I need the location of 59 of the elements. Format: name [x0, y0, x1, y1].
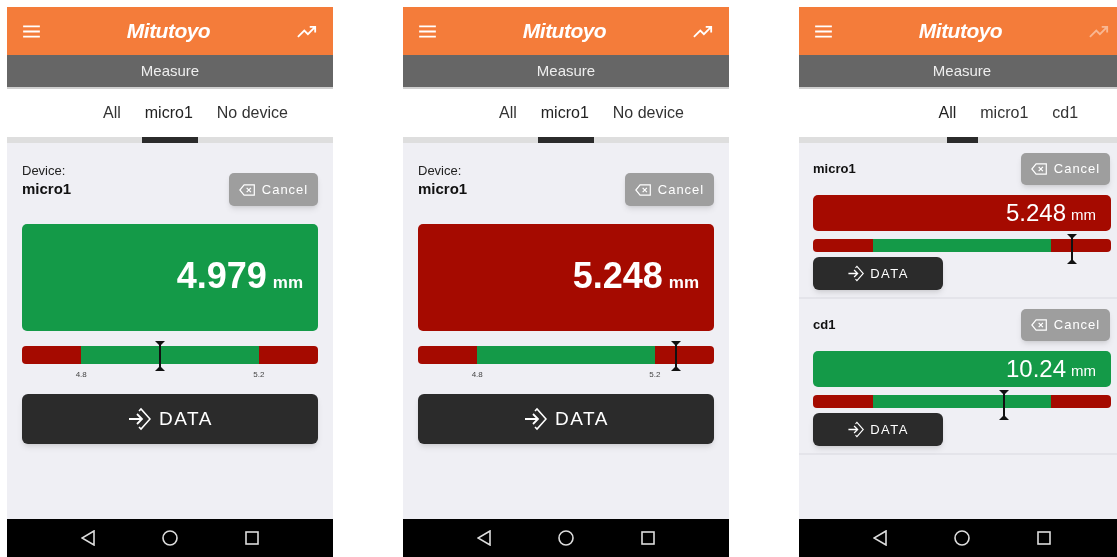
device-name: micro1 — [418, 179, 468, 199]
data-entry-icon — [127, 407, 152, 431]
measurement-value: 5.248 — [1005, 198, 1066, 228]
backspace-icon — [634, 183, 652, 196]
tick-label: 4.8 — [471, 369, 483, 381]
backspace-icon — [238, 183, 256, 196]
tab[interactable]: All — [103, 89, 121, 137]
tab[interactable]: All — [499, 89, 517, 137]
device-label: Device: — [418, 163, 463, 179]
home-icon[interactable] — [954, 530, 970, 546]
backspace-icon — [1030, 163, 1048, 175]
page-title: Measure — [932, 60, 992, 81]
recent-apps-icon[interactable] — [245, 531, 260, 545]
tab[interactable]: No device — [216, 89, 288, 137]
data-button[interactable]: DATA — [813, 257, 943, 290]
home-icon[interactable] — [558, 530, 574, 546]
page-title: Measure — [140, 60, 200, 81]
tick-label: 5.2 — [253, 369, 265, 381]
home-icon[interactable] — [162, 530, 178, 546]
back-icon[interactable] — [872, 530, 887, 546]
app-logo: Mitutoyo — [126, 18, 211, 45]
tab[interactable]: micro1 — [980, 89, 1029, 137]
backspace-icon — [1030, 319, 1048, 331]
data-button[interactable]: DATA — [813, 413, 943, 446]
data-button[interactable]: DATA — [22, 394, 318, 444]
measurement-value: 10.24 — [1005, 354, 1066, 384]
measurement-value: 5.248 — [572, 253, 663, 298]
measurement-value: 4.979 — [176, 253, 267, 298]
device-name: micro1 — [813, 160, 856, 179]
tab[interactable]: All — [938, 89, 957, 137]
app-logo: Mitutoyo — [918, 18, 1003, 45]
data-entry-icon — [847, 265, 865, 282]
recent-apps-icon[interactable] — [1037, 531, 1052, 545]
data-entry-icon — [847, 421, 865, 438]
unit-label: mm — [1071, 361, 1096, 382]
tab[interactable]: No device — [612, 89, 684, 137]
recent-apps-icon[interactable] — [641, 531, 656, 545]
device-name: cd1 — [813, 316, 836, 335]
menu-icon[interactable] — [23, 24, 40, 38]
tab[interactable]: micro1 — [540, 89, 589, 137]
tab[interactable]: cd1 — [1052, 89, 1079, 137]
app-logo: Mitutoyo — [522, 18, 607, 45]
menu-icon[interactable] — [815, 24, 832, 38]
menu-icon[interactable] — [419, 24, 436, 38]
tick-label: 5.2 — [649, 369, 661, 381]
tab[interactable]: micro1 — [144, 89, 193, 137]
device-name: micro1 — [22, 179, 72, 199]
trend-icon[interactable] — [297, 24, 317, 38]
unit-label: mm — [1071, 205, 1096, 226]
data-entry-icon — [523, 407, 548, 431]
back-icon[interactable] — [80, 530, 95, 546]
page-title: Measure — [536, 60, 596, 81]
unit-label: mm — [272, 271, 303, 294]
trend-icon[interactable] — [693, 24, 713, 38]
device-label: Device: — [22, 163, 67, 179]
tick-label: 4.8 — [75, 369, 87, 381]
back-icon[interactable] — [476, 530, 491, 546]
data-button[interactable]: DATA — [418, 394, 714, 444]
unit-label: mm — [668, 271, 699, 294]
